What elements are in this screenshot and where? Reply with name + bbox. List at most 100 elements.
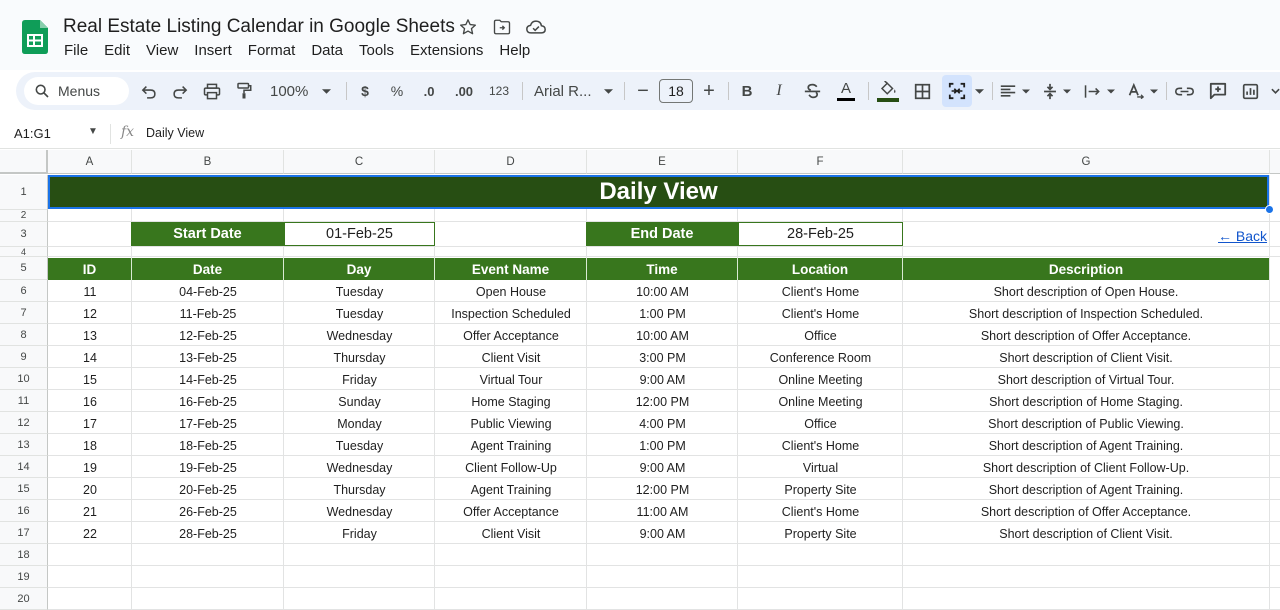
cell-date[interactable]: 17-Feb-25 (132, 413, 284, 435)
cell-location[interactable]: Online Meeting (738, 369, 903, 391)
cell-id[interactable]: 21 (48, 501, 132, 523)
cell-location[interactable]: Property Site (738, 523, 903, 545)
cell-time[interactable]: 3:00 PM (587, 347, 738, 369)
bold-button[interactable]: B (734, 72, 760, 110)
back-link[interactable]: ← Back (1218, 228, 1267, 244)
menu-tools[interactable]: Tools (351, 42, 402, 59)
redo-icon[interactable] (166, 72, 194, 110)
text-rotation-icon[interactable] (1122, 72, 1162, 110)
cell-day[interactable]: Friday (284, 523, 435, 545)
cell-id[interactable]: 14 (48, 347, 132, 369)
row-header[interactable]: 8 (0, 324, 48, 346)
cell-time[interactable]: 10:00 AM (587, 325, 738, 347)
column-header-h[interactable] (1270, 150, 1280, 174)
cell-time[interactable]: 9:00 AM (587, 523, 738, 545)
menus-search-button[interactable]: Menus (24, 77, 129, 105)
cell-day[interactable]: Friday (284, 369, 435, 391)
column-header-g[interactable]: G (903, 150, 1270, 174)
cell-event-name[interactable]: Inspection Scheduled (435, 303, 587, 325)
cell-date[interactable]: 12-Feb-25 (132, 325, 284, 347)
selection-fill-handle[interactable] (1265, 205, 1274, 214)
row-header[interactable]: 18 (0, 544, 48, 566)
row-header[interactable]: 15 (0, 478, 48, 500)
end-date-value[interactable]: 28-Feb-25 (738, 222, 903, 246)
menu-help[interactable]: Help (491, 42, 538, 59)
paint-format-icon[interactable] (230, 72, 258, 110)
cell-time[interactable]: 1:00 PM (587, 303, 738, 325)
cell-id[interactable]: 13 (48, 325, 132, 347)
star-icon[interactable] (456, 15, 480, 39)
cell-day[interactable]: Sunday (284, 391, 435, 413)
cell-day[interactable]: Thursday (284, 479, 435, 501)
start-date-value[interactable]: 01-Feb-25 (284, 222, 435, 246)
cell-event-name[interactable]: Client Visit (435, 523, 587, 545)
cell-day[interactable]: Tuesday (284, 435, 435, 457)
cell-id[interactable]: 18 (48, 435, 132, 457)
cell-id[interactable]: 11 (48, 281, 132, 303)
cell-event-name[interactable]: Offer Acceptance (435, 325, 587, 347)
print-icon[interactable] (198, 72, 226, 110)
cell-time[interactable]: 10:00 AM (587, 281, 738, 303)
cell-description[interactable]: Short description of Inspection Schedule… (903, 303, 1269, 325)
cell-event-name[interactable]: Agent Training (435, 479, 587, 501)
insert-chart-icon[interactable] (1236, 72, 1264, 110)
row-header[interactable]: 5 (0, 257, 48, 280)
cell-event-name[interactable]: Offer Acceptance (435, 501, 587, 523)
cell-location[interactable]: Client's Home (738, 281, 903, 303)
text-wrapping-icon[interactable] (1080, 72, 1118, 110)
column-header-c[interactable]: C (284, 150, 435, 174)
cell-day[interactable]: Tuesday (284, 303, 435, 325)
daily-view-banner[interactable]: Daily View (48, 175, 1269, 209)
row-header[interactable]: 9 (0, 346, 48, 368)
row-header[interactable]: 14 (0, 456, 48, 478)
cell-date[interactable]: 14-Feb-25 (132, 369, 284, 391)
move-folder-icon[interactable] (490, 15, 514, 39)
cell-time[interactable]: 4:00 PM (587, 413, 738, 435)
cell-id[interactable]: 19 (48, 457, 132, 479)
column-header-b[interactable]: B (132, 150, 284, 174)
row-header[interactable]: 2 (0, 210, 48, 222)
cell-day[interactable]: Wednesday (284, 501, 435, 523)
cell-description[interactable]: Short description of Home Staging. (903, 391, 1269, 413)
merge-cells-icon[interactable] (942, 75, 972, 107)
cell-day[interactable]: Tuesday (284, 281, 435, 303)
row-header[interactable]: 4 (0, 247, 48, 257)
menu-edit[interactable]: Edit (96, 42, 138, 59)
cloud-status-icon[interactable] (524, 15, 548, 39)
cell-id[interactable]: 20 (48, 479, 132, 501)
row-header[interactable]: 17 (0, 522, 48, 544)
formula-input[interactable]: Daily View (146, 126, 204, 140)
column-header-f[interactable]: F (738, 150, 903, 174)
cell-date[interactable]: 28-Feb-25 (132, 523, 284, 545)
font-size-input[interactable]: 18 (659, 79, 693, 103)
cell-description[interactable]: Short description of Client Follow-Up. (903, 457, 1269, 479)
currency-format-button[interactable]: $ (352, 72, 378, 110)
cell-description[interactable]: Short description of Public Viewing. (903, 413, 1269, 435)
cell-id[interactable]: 15 (48, 369, 132, 391)
cell-date[interactable]: 04-Feb-25 (132, 281, 284, 303)
cell-day[interactable]: Wednesday (284, 457, 435, 479)
document-title[interactable]: Real Estate Listing Calendar in Google S… (63, 16, 455, 38)
cell-description[interactable]: Short description of Virtual Tour. (903, 369, 1269, 391)
zoom-dropdown[interactable]: 100% (264, 72, 334, 110)
cell-time[interactable]: 12:00 PM (587, 391, 738, 413)
number-format-button[interactable]: 123 (484, 72, 514, 110)
cell-date[interactable]: 26-Feb-25 (132, 501, 284, 523)
cell-description[interactable]: Short description of Open House. (903, 281, 1269, 303)
cell-date[interactable]: 20-Feb-25 (132, 479, 284, 501)
fill-color-icon[interactable] (874, 72, 902, 110)
menu-file[interactable]: File (56, 42, 96, 59)
vertical-align-icon[interactable] (1038, 72, 1076, 110)
cell-location[interactable]: Client's Home (738, 303, 903, 325)
name-box[interactable]: A1:G1 (14, 126, 51, 141)
cell-event-name[interactable]: Home Staging (435, 391, 587, 413)
cell-event-name[interactable]: Virtual Tour (435, 369, 587, 391)
cell-location[interactable]: Office (738, 325, 903, 347)
select-all-corner[interactable] (0, 150, 48, 174)
merge-dropdown-caret-icon[interactable] (972, 72, 986, 110)
cell-location[interactable]: Client's Home (738, 435, 903, 457)
cell-location[interactable]: Property Site (738, 479, 903, 501)
menu-view[interactable]: View (138, 42, 186, 59)
cell-id[interactable]: 22 (48, 523, 132, 545)
text-color-button[interactable]: A (832, 72, 860, 110)
